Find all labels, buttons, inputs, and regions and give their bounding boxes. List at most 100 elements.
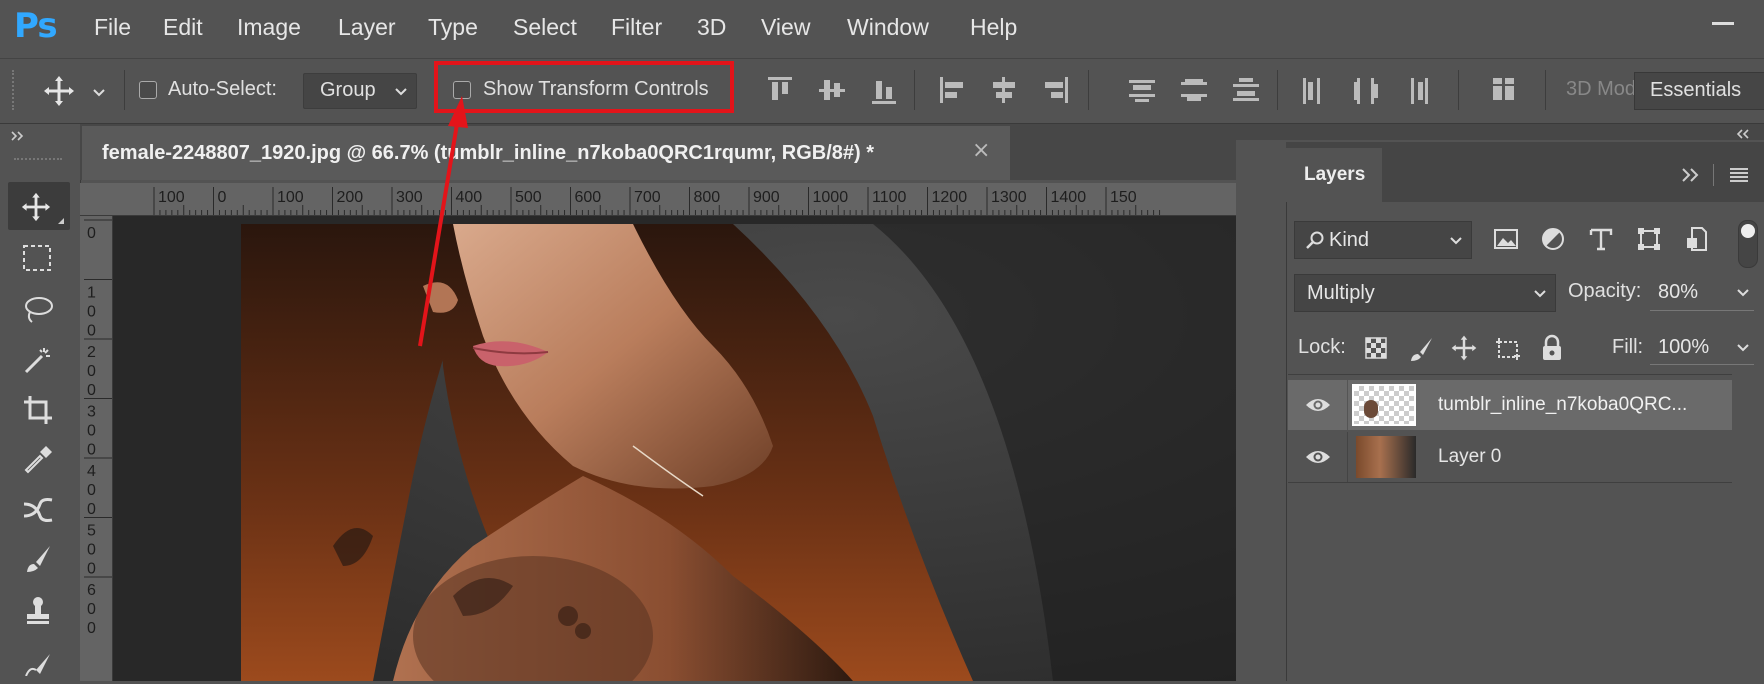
clone-stamp-tool[interactable]	[8, 586, 70, 634]
blend-mode-dropdown[interactable]: Multiply	[1294, 274, 1556, 312]
eye-visibility-icon[interactable]	[1304, 447, 1332, 467]
distribute-horizontal-centers-icon[interactable]	[1349, 74, 1383, 106]
menu-window[interactable]: Window	[847, 14, 929, 41]
move-icon	[21, 192, 51, 222]
filter-toggle-switch[interactable]	[1738, 220, 1758, 268]
smart-object-filter-icon[interactable]	[1684, 226, 1710, 252]
ruler-label: 0	[87, 363, 96, 380]
ruler-label: 0	[87, 304, 96, 321]
separator	[914, 70, 915, 110]
distribute-left-edges-icon[interactable]	[1297, 74, 1331, 106]
marquee-tool[interactable]	[8, 234, 70, 282]
toolbar-grip[interactable]	[14, 158, 62, 162]
tool-group-corner-icon	[58, 218, 64, 224]
menu-help[interactable]: Help	[970, 14, 1017, 41]
align-right-edges-icon[interactable]	[1039, 74, 1073, 106]
lock-transparent-pixels-icon[interactable]	[1364, 336, 1388, 360]
menu-select[interactable]: Select	[513, 14, 577, 41]
move-tool[interactable]	[8, 182, 70, 230]
fill-input[interactable]: 100%	[1650, 328, 1754, 365]
bandage-icon	[23, 498, 53, 522]
auto-select-checkbox[interactable]	[139, 81, 157, 99]
magic-wand-tool[interactable]	[8, 336, 70, 384]
menu-layer[interactable]: Layer	[338, 14, 396, 41]
distribute-vertical-centers-icon[interactable]	[1177, 74, 1211, 106]
layer-thumbnail[interactable]	[1352, 384, 1416, 426]
lock-position-icon[interactable]	[1450, 334, 1478, 362]
menu-image[interactable]: Image	[237, 14, 301, 41]
menu-filter[interactable]: Filter	[611, 14, 662, 41]
photoshop-logo: Ps	[14, 6, 58, 46]
auto-align-layers-icon[interactable]	[1487, 74, 1521, 106]
align-vertical-centers-icon[interactable]	[815, 74, 849, 106]
layer-row-layer0[interactable]: Layer 0	[1288, 432, 1732, 483]
crop-tool[interactable]	[8, 386, 70, 434]
history-brush-icon	[25, 654, 50, 676]
collapse-panel-icon[interactable]	[1734, 128, 1750, 140]
rectangular-marquee-icon	[23, 245, 51, 271]
ruler-label: 5	[87, 523, 96, 540]
close-tab-icon[interactable]: ×	[972, 138, 990, 163]
tab-layers[interactable]: Layers	[1286, 148, 1382, 202]
separator	[1545, 70, 1546, 110]
expand-panel-icon[interactable]	[1680, 167, 1700, 183]
separator	[124, 70, 125, 110]
align-horizontal-centers-icon[interactable]	[987, 74, 1021, 106]
layer-row-tumblr[interactable]: tumblr_inline_n7koba0QRC...	[1288, 380, 1732, 430]
distribute-right-edges-icon[interactable]	[1401, 74, 1435, 106]
eye-visibility-icon[interactable]	[1304, 395, 1332, 415]
menu-type[interactable]: Type	[428, 14, 478, 41]
menu-edit[interactable]: Edit	[163, 14, 203, 41]
shape-layer-filter-icon[interactable]	[1636, 226, 1662, 252]
distribute-bottom-edges-icon[interactable]	[1229, 74, 1263, 106]
layer-filter-dropdown[interactable]: Kind	[1294, 221, 1472, 259]
ruler-ticks: 0 1 0 0 2 0 0 3 0 0 4 0 0 5 0 0 6 0 0	[84, 219, 112, 637]
ruler-label: 6	[87, 582, 96, 599]
brush-tool[interactable]	[8, 536, 70, 584]
ruler-origin[interactable]	[80, 183, 113, 216]
document-canvas[interactable]	[113, 216, 1236, 681]
chevron-down-icon[interactable]	[1736, 288, 1750, 298]
vertical-ruler[interactable]: 0 1 0 0 2 0 0 3 0 0 4 0 0 5 0 0 6 0 0	[80, 216, 113, 681]
lock-all-icon[interactable]	[1540, 334, 1564, 362]
ruler-ticks: 100 0 100 200 300 400 500 600 700 800 900 1000 1100 1…	[153, 187, 1161, 215]
ruler-label: 100	[158, 189, 185, 206]
align-left-edges-icon[interactable]	[935, 74, 969, 106]
options-bar-grip[interactable]	[12, 70, 16, 110]
panel-menu-icon[interactable]	[1728, 166, 1750, 184]
menu-3d[interactable]: 3D	[697, 14, 726, 41]
layer-name[interactable]: Layer 0	[1438, 446, 1501, 468]
ruler-label: 600	[575, 189, 602, 206]
type-layer-filter-icon[interactable]	[1588, 226, 1614, 252]
document-tab[interactable]: female-2248807_1920.jpg @ 66.7% (tumblr_…	[82, 126, 1010, 180]
horizontal-ruler[interactable]: 100 0 100 200 300 400 500 600 700 800 900 1000 1100 1…	[112, 183, 1236, 216]
ruler-label: 0	[87, 225, 96, 242]
align-top-edges-icon[interactable]	[763, 74, 797, 106]
move-tool-icon[interactable]	[42, 74, 76, 108]
minimize-icon[interactable]	[1712, 22, 1734, 25]
opacity-input[interactable]: 80%	[1650, 274, 1754, 311]
lasso-tool[interactable]	[8, 286, 70, 334]
pixel-layer-filter-icon[interactable]	[1492, 226, 1520, 252]
expand-panel-icon[interactable]	[10, 130, 26, 142]
menu-view[interactable]: View	[761, 14, 810, 41]
workspace-switcher[interactable]: Essentials	[1634, 72, 1764, 110]
align-bottom-edges-icon[interactable]	[867, 74, 901, 106]
layer-name[interactable]: tumblr_inline_n7koba0QRC...	[1438, 394, 1687, 416]
adjustment-layer-filter-icon[interactable]	[1540, 226, 1566, 252]
workspace-label: Essentials	[1650, 79, 1742, 101]
distribute-top-edges-icon[interactable]	[1125, 74, 1159, 106]
layer-thumbnail[interactable]	[1356, 436, 1416, 478]
brush-icon	[27, 546, 50, 572]
separator	[1288, 374, 1732, 375]
ruler-label: 1	[87, 285, 96, 302]
chevron-down-icon[interactable]	[1736, 343, 1750, 353]
menu-file[interactable]: File	[94, 14, 131, 41]
history-brush-tool[interactable]	[8, 636, 70, 684]
lock-artboard-icon[interactable]	[1494, 336, 1522, 362]
ruler-label: 4	[87, 463, 96, 480]
eyedropper-tool[interactable]	[8, 436, 70, 484]
chevron-down-icon[interactable]	[92, 88, 106, 98]
healing-brush-tool[interactable]	[8, 486, 70, 534]
lock-image-pixels-icon[interactable]	[1408, 336, 1434, 362]
